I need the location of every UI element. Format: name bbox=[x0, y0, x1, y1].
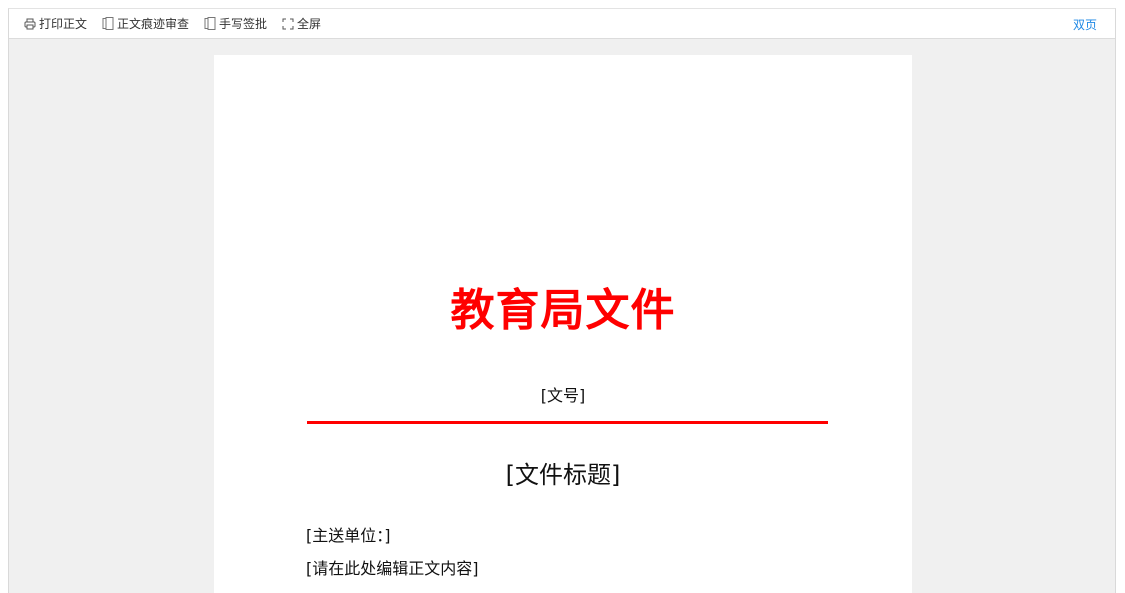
toolbar: 打印正文 正文痕迹审查 手写签批 全屏 双页 bbox=[9, 9, 1115, 39]
document-page: 教育局文件 [文号] [文件标题] [主送单位：] [请在此处编辑正文内容] bbox=[214, 55, 912, 593]
document-pages-icon bbox=[101, 17, 114, 30]
document-number[interactable]: [文号] bbox=[214, 385, 912, 407]
printer-icon bbox=[23, 17, 36, 30]
fullscreen-label: 全屏 bbox=[297, 17, 322, 31]
print-body-label: 打印正文 bbox=[39, 17, 88, 31]
double-page-toggle[interactable]: 双页 bbox=[1073, 9, 1097, 39]
print-body-button[interactable]: 打印正文 bbox=[23, 9, 87, 39]
document-org-header: 教育局文件 bbox=[450, 285, 676, 336]
handwriting-sign-label: 手写签批 bbox=[219, 17, 268, 31]
document-body-placeholder[interactable]: [请在此处编辑正文内容] bbox=[306, 558, 479, 580]
fullscreen-icon bbox=[281, 17, 294, 30]
document-recipient[interactable]: [主送单位：] bbox=[306, 525, 391, 547]
fullscreen-button[interactable]: 全屏 bbox=[281, 9, 321, 39]
document-viewer: 打印正文 正文痕迹审查 手写签批 全屏 双页 教育局文件 [文号] [文件标题]… bbox=[8, 8, 1116, 593]
document-title[interactable]: [文件标题] bbox=[214, 459, 912, 491]
handwriting-sign-button[interactable]: 手写签批 bbox=[203, 9, 267, 39]
red-header-divider bbox=[307, 421, 828, 424]
track-changes-review-label: 正文痕迹审查 bbox=[117, 17, 190, 31]
track-changes-review-button[interactable]: 正文痕迹审查 bbox=[101, 9, 189, 39]
document-pages-icon bbox=[203, 17, 216, 30]
